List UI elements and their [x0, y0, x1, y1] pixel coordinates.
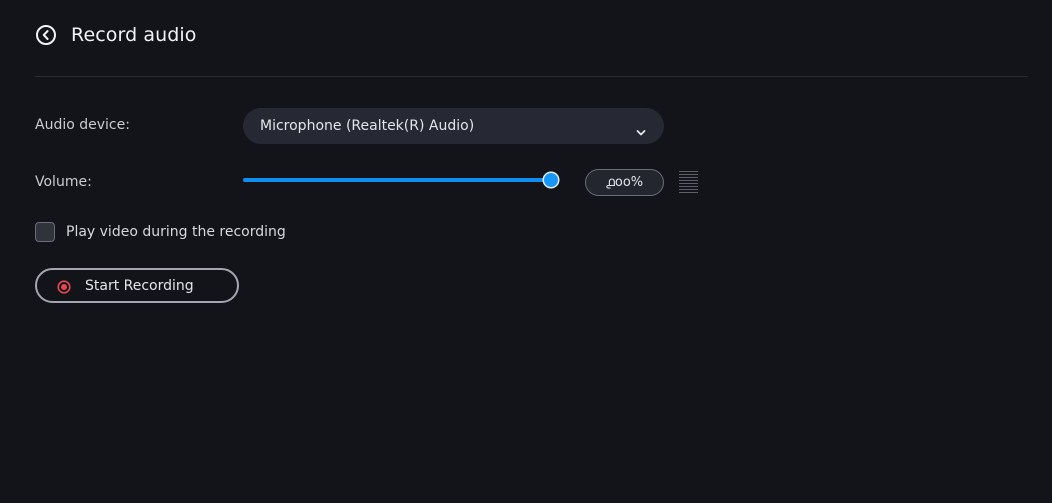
volume-slider-thumb[interactable]	[544, 173, 558, 187]
volume-slider[interactable]	[243, 170, 563, 190]
start-recording-button[interactable]: Start Recording	[35, 268, 239, 303]
volume-value-field[interactable]: ൧oo%	[585, 169, 664, 196]
play-video-label: Play video during the recording	[66, 224, 286, 240]
volume-value: ൧oo%	[605, 175, 644, 190]
volume-label: Volume:	[35, 174, 92, 190]
play-video-checkbox[interactable]	[35, 222, 55, 242]
page-title: Record audio	[71, 24, 197, 46]
start-recording-label: Start Recording	[85, 277, 194, 294]
header-divider	[35, 76, 1028, 77]
back-circle-icon[interactable]	[35, 24, 57, 46]
header[interactable]: Record audio	[35, 24, 197, 46]
record-audio-panel: Record audio Audio device: Microphone (R…	[0, 0, 1052, 503]
level-meter-icon	[679, 171, 698, 193]
play-video-option[interactable]: Play video during the recording	[35, 222, 286, 242]
audio-device-value: Microphone (Realtek(R) Audio)	[260, 118, 475, 134]
record-icon	[57, 279, 71, 294]
audio-device-select[interactable]: Microphone (Realtek(R) Audio)	[243, 108, 664, 144]
chevron-down-icon	[636, 122, 646, 136]
volume-slider-fill	[243, 178, 551, 182]
audio-device-label: Audio device:	[35, 117, 130, 133]
